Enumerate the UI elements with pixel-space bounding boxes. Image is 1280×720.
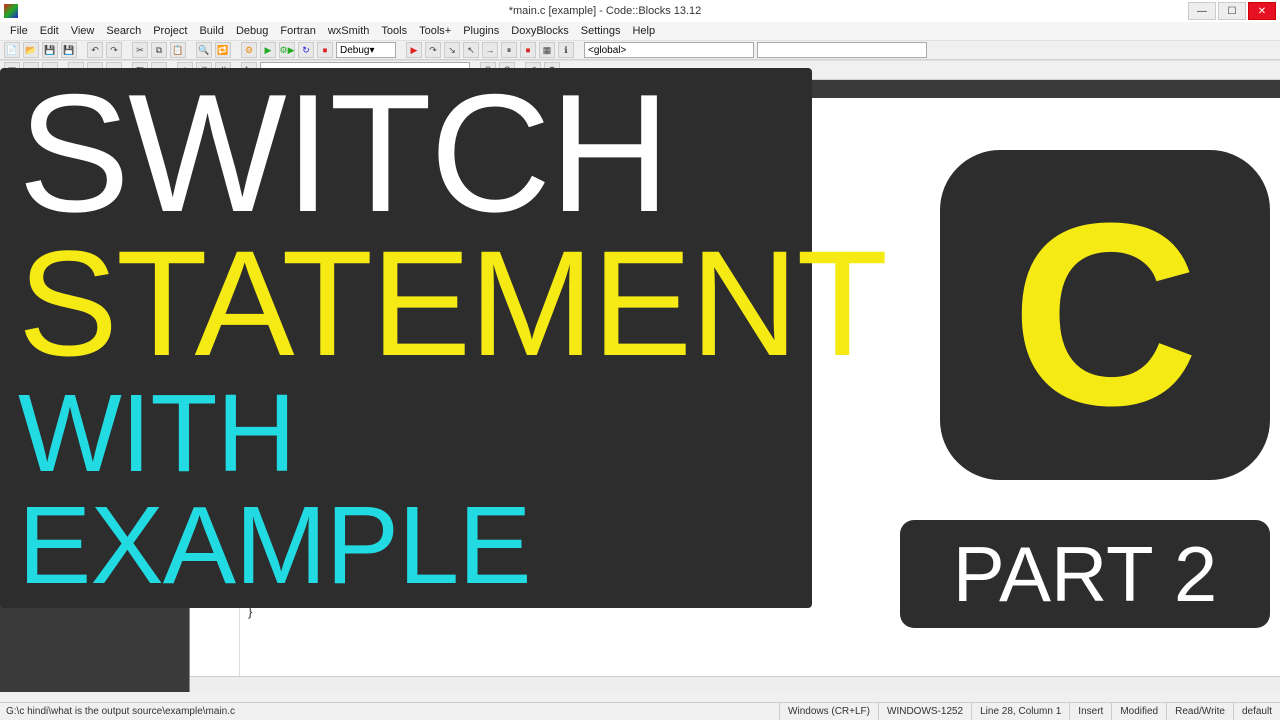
menu-build[interactable]: Build bbox=[193, 23, 229, 39]
menu-tools[interactable]: Tools bbox=[375, 23, 413, 39]
new-file-icon[interactable]: 📄 bbox=[4, 42, 20, 58]
window-titlebar: *main.c [example] - Code::Blocks 13.12 —… bbox=[0, 0, 1280, 22]
menu-debug[interactable]: Debug bbox=[230, 23, 274, 39]
cut-icon[interactable]: ✂ bbox=[132, 42, 148, 58]
menu-help[interactable]: Help bbox=[626, 23, 661, 39]
build-target-combo[interactable]: Debug ▾ bbox=[336, 42, 396, 58]
app-icon bbox=[4, 4, 18, 18]
toolbar-row-1: 📄 📂 💾 💾 ↶ ↷ ✂ ⧉ 📋 🔍 🔁 ⚙ ▶ ⚙▶ ↻ ⏹ Debug ▾… bbox=[0, 40, 1280, 60]
overlay-line3: WITH EXAMPLE bbox=[18, 378, 794, 602]
redo-icon[interactable]: ↷ bbox=[106, 42, 122, 58]
status-insert: Insert bbox=[1069, 703, 1111, 720]
debug-stepinto-icon[interactable]: ↘ bbox=[444, 42, 460, 58]
open-file-icon[interactable]: 📂 bbox=[23, 42, 39, 58]
debug-stop-icon[interactable]: ⏹ bbox=[520, 42, 536, 58]
debug-stepover-icon[interactable]: ↷ bbox=[425, 42, 441, 58]
menu-plugins[interactable]: Plugins bbox=[457, 23, 505, 39]
debug-pause-icon[interactable]: ⏸ bbox=[501, 42, 517, 58]
debug-stepout-icon[interactable]: ↖ bbox=[463, 42, 479, 58]
copy-icon[interactable]: ⧉ bbox=[151, 42, 167, 58]
window-title: *main.c [example] - Code::Blocks 13.12 bbox=[24, 5, 1186, 17]
save-icon[interactable]: 💾 bbox=[42, 42, 58, 58]
status-encoding: WINDOWS-1252 bbox=[878, 703, 971, 720]
status-bar: G:\c hindi\what is the output source\exa… bbox=[0, 702, 1280, 720]
build-run-icon[interactable]: ⚙▶ bbox=[279, 42, 295, 58]
scope-combo[interactable]: <global> bbox=[584, 42, 754, 58]
menu-project[interactable]: Project bbox=[147, 23, 193, 39]
status-readwrite: Read/Write bbox=[1166, 703, 1233, 720]
menu-wxsmith[interactable]: wxSmith bbox=[322, 23, 376, 39]
overlay-letter-c: C bbox=[1011, 166, 1199, 465]
save-all-icon[interactable]: 💾 bbox=[61, 42, 77, 58]
menu-bar: File Edit View Search Project Build Debu… bbox=[0, 22, 1280, 40]
overlay-line2: STATEMENT bbox=[18, 228, 794, 378]
menu-fortran[interactable]: Fortran bbox=[274, 23, 321, 39]
abort-icon[interactable]: ⏹ bbox=[317, 42, 333, 58]
debug-next-icon[interactable]: → bbox=[482, 42, 498, 58]
status-profile: default bbox=[1233, 703, 1280, 720]
paste-icon[interactable]: 📋 bbox=[170, 42, 186, 58]
overlay-part-text: PART 2 bbox=[953, 529, 1217, 620]
run-icon[interactable]: ▶ bbox=[260, 42, 276, 58]
replace-icon[interactable]: 🔁 bbox=[215, 42, 231, 58]
status-cursor-pos: Line 28, Column 1 bbox=[971, 703, 1069, 720]
menu-toolsplus[interactable]: Tools+ bbox=[413, 23, 457, 39]
horizontal-scrollbar[interactable] bbox=[190, 676, 1280, 692]
undo-icon[interactable]: ↶ bbox=[87, 42, 103, 58]
overlay-language-badge: C bbox=[940, 150, 1270, 480]
menu-settings[interactable]: Settings bbox=[575, 23, 627, 39]
overlay-part-badge: PART 2 bbox=[900, 520, 1270, 628]
menu-view[interactable]: View bbox=[65, 23, 101, 39]
status-modified: Modified bbox=[1111, 703, 1166, 720]
menu-search[interactable]: Search bbox=[100, 23, 147, 39]
menu-edit[interactable]: Edit bbox=[34, 23, 65, 39]
minimize-button[interactable]: — bbox=[1188, 2, 1216, 20]
overlay-title-panel: SWITCH STATEMENT WITH EXAMPLE bbox=[0, 68, 812, 608]
maximize-button[interactable]: ☐ bbox=[1218, 2, 1246, 20]
menu-doxyblocks[interactable]: DoxyBlocks bbox=[505, 23, 574, 39]
menu-file[interactable]: File bbox=[4, 23, 34, 39]
debug-window-icon[interactable]: ▦ bbox=[539, 42, 555, 58]
overlay-line1: SWITCH bbox=[18, 78, 794, 228]
status-path: G:\c hindi\what is the output source\exa… bbox=[0, 706, 241, 717]
build-icon[interactable]: ⚙ bbox=[241, 42, 257, 58]
debug-info-icon[interactable]: ℹ bbox=[558, 42, 574, 58]
status-eol: Windows (CR+LF) bbox=[779, 703, 878, 720]
rebuild-icon[interactable]: ↻ bbox=[298, 42, 314, 58]
close-button[interactable]: ✕ bbox=[1248, 2, 1276, 20]
find-icon[interactable]: 🔍 bbox=[196, 42, 212, 58]
debug-start-icon[interactable]: ▶ bbox=[406, 42, 422, 58]
symbol-combo[interactable] bbox=[757, 42, 927, 58]
